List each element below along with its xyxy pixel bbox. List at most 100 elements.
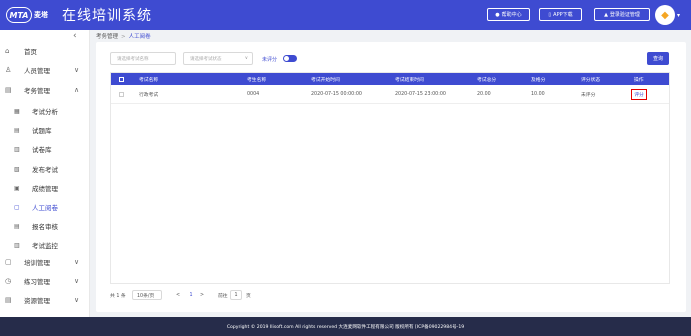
row-checkbox[interactable] xyxy=(119,92,124,97)
sidebar: ‹ ⌂ 首页 ♙ 人员管理 ∨ ▤ 考务管理 ∧ ▦ 考试分析 ▤ 试题库 ▥ … xyxy=(0,30,90,317)
footer: Copyright © 2019 Ilisoft.com All rights … xyxy=(0,317,691,336)
breadcrumb: 考务管理 > 人工阅卷 xyxy=(96,32,151,40)
select-all-checkbox[interactable] xyxy=(119,76,124,82)
exam-name-placeholder: 请选择考试名称 xyxy=(117,56,149,62)
phone-icon: ▯ xyxy=(548,11,552,18)
start-time-cell: 2020-07-15 00:00:00 xyxy=(311,92,362,97)
login-management-label: 登录验证管理 xyxy=(609,12,640,18)
exam-status-select[interactable]: 请选择考试状态 ∨ xyxy=(183,52,253,65)
logo-badge: MTA xyxy=(6,7,32,23)
sidebar-item-question-bank[interactable]: ▤ 试题库 xyxy=(0,122,90,138)
sidebar-item-label: 报名审核 xyxy=(32,223,58,231)
total-score-cell: 20.00 xyxy=(477,92,491,97)
sidebar-item-label: 考务管理 xyxy=(24,87,50,95)
column-header: 及格分 xyxy=(531,77,546,83)
sidebar-item-label: 资源管理 xyxy=(24,297,50,305)
help-center-label: 帮助中心 xyxy=(501,12,522,18)
collapse-sidebar-icon[interactable]: ‹ xyxy=(73,31,77,41)
column-header: 考生名称 xyxy=(247,77,267,83)
user-icon: ♙ xyxy=(5,66,12,74)
sidebar-item-label: 试题库 xyxy=(32,127,52,135)
avatar[interactable]: ◆ xyxy=(655,5,675,25)
sidebar-item-publish-exam[interactable]: ▧ 发布考试 xyxy=(0,161,90,177)
sidebar-item-label: 人员管理 xyxy=(24,67,50,75)
sidebar-item-label: 首页 xyxy=(24,48,37,56)
practice-icon: ◷ xyxy=(5,277,12,285)
next-page-button[interactable]: > xyxy=(200,290,204,300)
home-icon: ⌂ xyxy=(5,47,10,55)
total-count: 共 1 条 xyxy=(110,293,126,299)
chevron-up-icon: ∧ xyxy=(74,86,80,94)
review-icon: ▤ xyxy=(14,222,20,230)
login-management-button[interactable]: ▲ 登录验证管理 xyxy=(594,8,650,21)
search-button[interactable]: 查询 xyxy=(647,52,669,65)
chevron-down-icon: ∨ xyxy=(244,56,248,61)
sidebar-item-label: 培训管理 xyxy=(24,259,50,267)
logo: MTA 麦塔 xyxy=(6,6,48,24)
user-icon: ▲ xyxy=(604,11,608,18)
end-time-cell: 2020-07-15 23:00:00 xyxy=(395,92,446,97)
column-header: 考试开始时间 xyxy=(311,77,340,83)
app-download-button[interactable]: ▯ APP下载 xyxy=(539,8,582,21)
breadcrumb-current: 人工阅卷 xyxy=(128,34,151,40)
breadcrumb-separator: > xyxy=(121,34,126,40)
exam-icon: ▤ xyxy=(5,86,12,94)
exam-name-cell: 行政考试 xyxy=(139,93,159,98)
breadcrumb-parent[interactable]: 考务管理 xyxy=(96,34,118,40)
avatar-icon: ◆ xyxy=(661,9,669,21)
sidebar-item-training[interactable]: ▢ 培训管理 ∨ xyxy=(0,254,90,270)
sidebar-item-registration-review[interactable]: ▤ 报名审核 xyxy=(0,218,90,234)
sidebar-item-resources[interactable]: ▤ 资源管理 ∨ xyxy=(0,292,90,308)
column-header: 操作 xyxy=(634,77,644,83)
score-action-link[interactable]: 评分 xyxy=(631,89,647,100)
exam-name-select[interactable]: 请选择考试名称 xyxy=(110,52,176,65)
grading-icon: ▢ xyxy=(14,203,20,211)
unscored-toggle[interactable] xyxy=(283,55,297,62)
chevron-down-icon: ∨ xyxy=(74,277,80,285)
app-title: 在线培训系统 xyxy=(62,8,152,24)
question-bank-icon: ▤ xyxy=(14,126,20,134)
pagination: 共 1 条 10条/页 < 1 > 前往 1 页 xyxy=(110,290,410,300)
sidebar-item-label: 考试分析 xyxy=(32,108,58,116)
training-icon: ▢ xyxy=(5,258,12,266)
prev-page-button[interactable]: < xyxy=(176,290,180,300)
sidebar-item-label: 成绩管理 xyxy=(32,185,58,193)
logo-text: 麦塔 xyxy=(34,11,48,19)
sidebar-item-label: 人工阅卷 xyxy=(32,204,58,212)
sidebar-item-practice[interactable]: ◷ 练习管理 ∨ xyxy=(0,273,90,289)
goto-page-input[interactable]: 1 xyxy=(230,290,242,300)
page-size-select[interactable]: 10条/页 xyxy=(132,290,162,300)
pass-score-cell: 10.00 xyxy=(531,92,545,97)
sidebar-item-label: 发布考试 xyxy=(32,166,58,174)
column-header: 考试结束时间 xyxy=(395,77,424,83)
sidebar-item-personnel[interactable]: ♙ 人员管理 ∨ xyxy=(0,62,90,78)
monitor-icon: ▥ xyxy=(14,241,20,249)
top-header: MTA 麦塔 在线培训系统 ● 帮助中心 ▯ APP下载 ▲ 登录验证管理 ◆ … xyxy=(0,0,691,30)
main-panel: 请选择考试名称 请选择考试状态 ∨ 未评分 查询 考试名称 考生名称 考试开始时… xyxy=(96,42,686,312)
grading-table: 考试名称 考生名称 考试开始时间 考试结束时间 考试总分 及格分 评分状态 操作… xyxy=(110,72,670,284)
goto-suffix: 页 xyxy=(246,293,251,299)
resource-icon: ▤ xyxy=(5,296,12,304)
sidebar-item-label: 练习管理 xyxy=(24,278,50,286)
sidebar-item-manual-grading[interactable]: ▢ 人工阅卷 xyxy=(0,199,90,215)
page-size-value: 10条/页 xyxy=(137,293,155,299)
app-download-label: APP下载 xyxy=(553,12,573,18)
sidebar-item-exam-analysis[interactable]: ▦ 考试分析 xyxy=(0,103,90,119)
chevron-down-icon: ∨ xyxy=(74,258,80,266)
table-header: 考试名称 考生名称 考试开始时间 考试结束时间 考试总分 及格分 评分状态 操作 xyxy=(111,73,669,85)
chevron-down-icon: ∨ xyxy=(74,66,80,74)
score-icon: ▣ xyxy=(14,184,20,192)
goto-label: 前往 xyxy=(218,293,228,299)
chevron-down-icon[interactable]: ▾ xyxy=(677,12,680,19)
sidebar-item-paper-bank[interactable]: ▥ 试卷库 xyxy=(0,141,90,157)
sidebar-item-home[interactable]: ⌂ 首页 xyxy=(0,43,90,59)
sidebar-item-score-management[interactable]: ▣ 成绩管理 xyxy=(0,180,90,196)
help-center-button[interactable]: ● 帮助中心 xyxy=(487,8,530,21)
sidebar-item-exam-management[interactable]: ▤ 考务管理 ∧ xyxy=(0,82,90,98)
column-header: 评分状态 xyxy=(581,77,601,83)
page-number[interactable]: 1 xyxy=(187,290,195,300)
paper-bank-icon: ▥ xyxy=(14,145,20,153)
sidebar-item-exam-monitor[interactable]: ▥ 考试监控 xyxy=(0,237,90,253)
unscored-toggle-label: 未评分 xyxy=(262,57,278,63)
status-cell: 未评分 xyxy=(581,93,596,98)
